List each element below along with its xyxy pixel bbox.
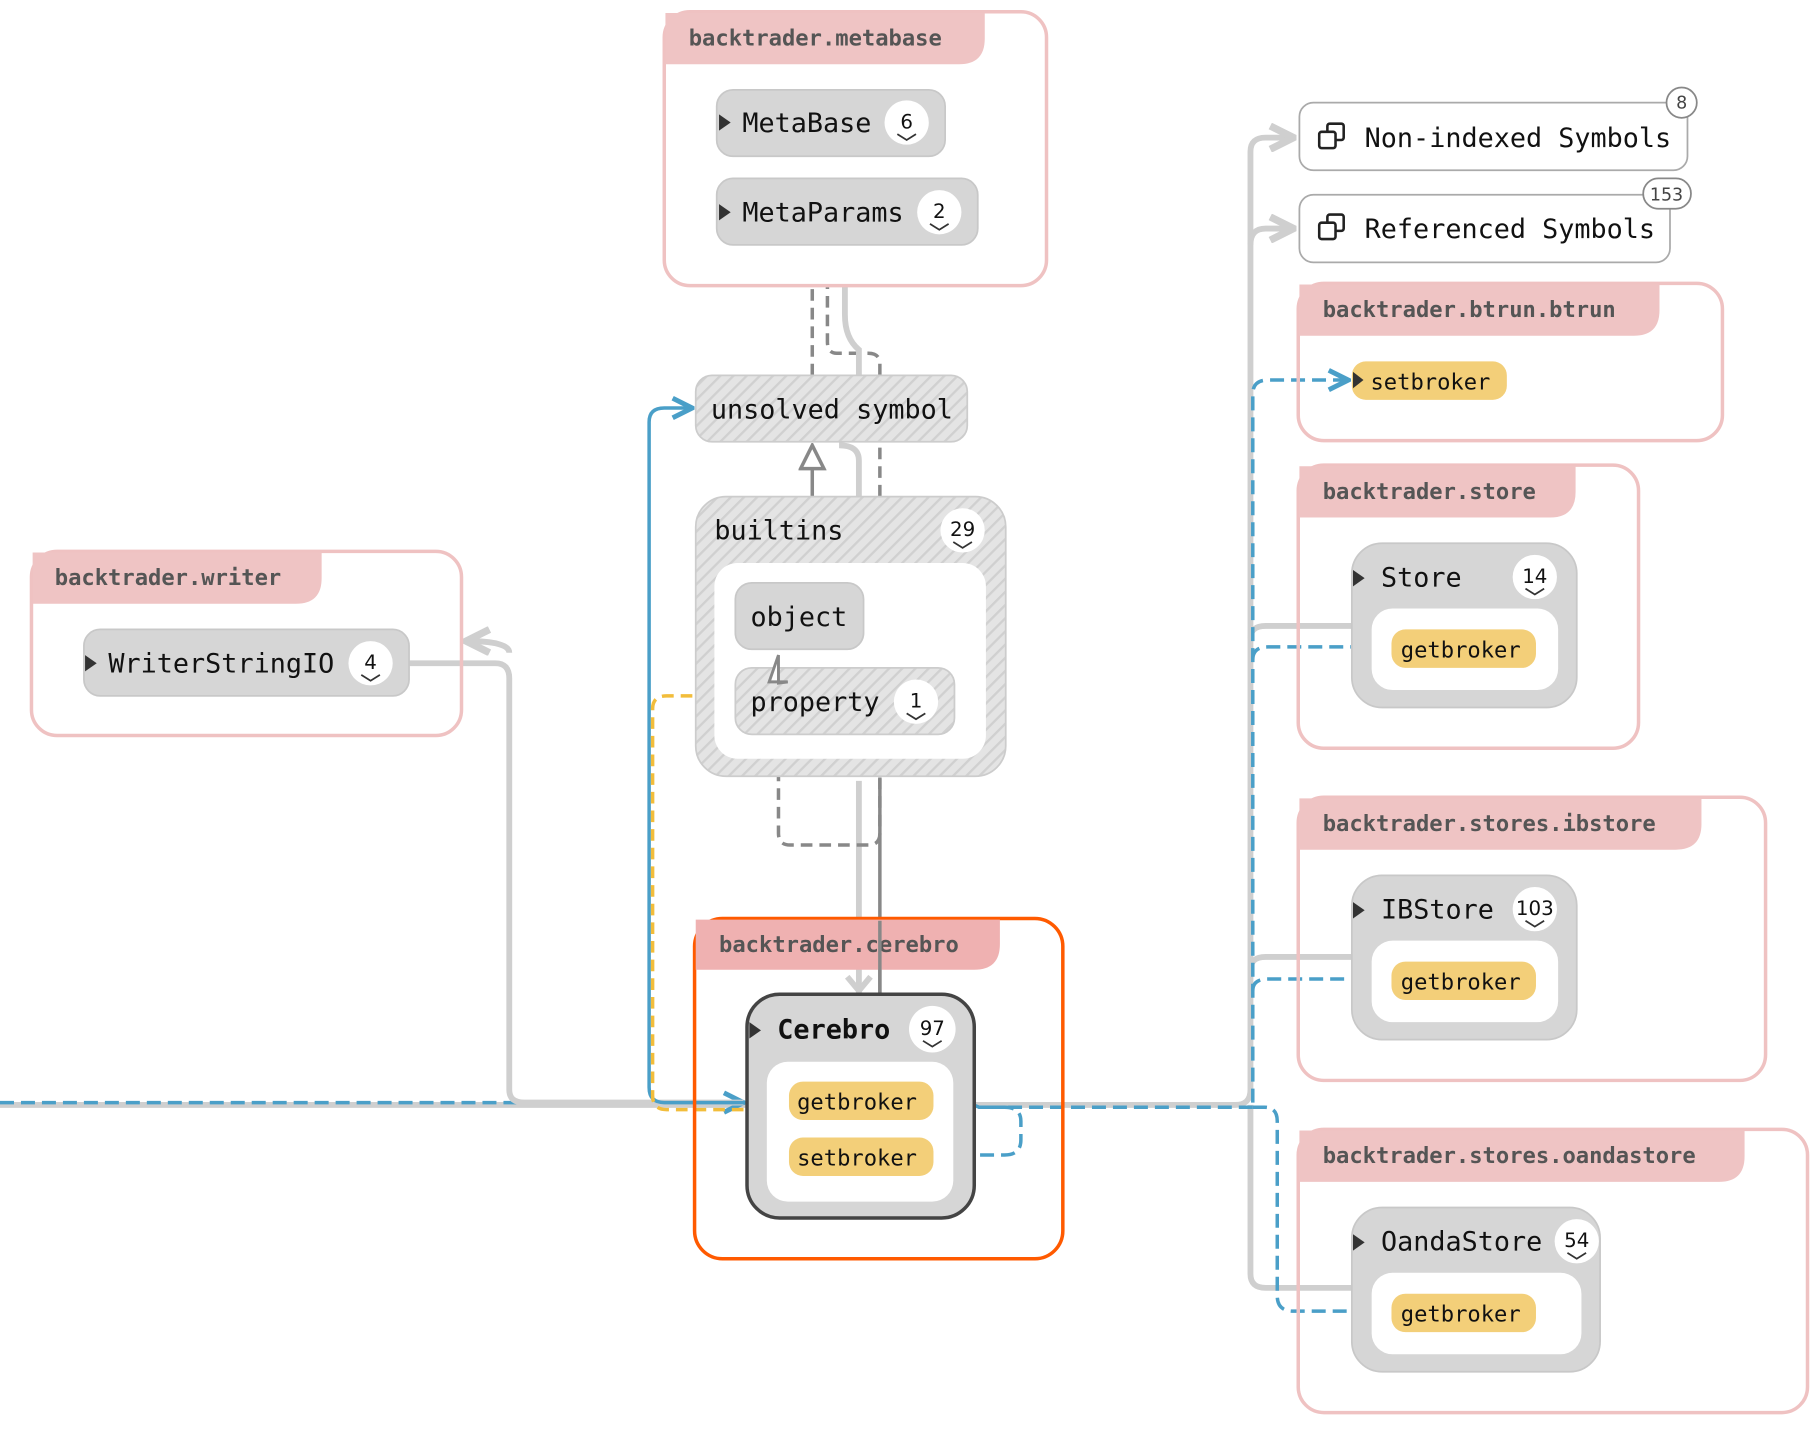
non-indexed-symbols-button[interactable]: Non-indexed Symbols 8 xyxy=(1298,86,1698,172)
group-backtrader-stores-ibstore[interactable]: backtrader.stores.ibstore IBStore 103 ge… xyxy=(1296,795,1768,1083)
member-getbroker[interactable]: getbroker xyxy=(1391,961,1536,1001)
group-backtrader-cerebro[interactable]: backtrader.cerebro Cerebro 97 getbroker … xyxy=(692,916,1065,1261)
count-badge-text: 6 xyxy=(900,110,913,133)
count-badge-text: 8 xyxy=(1676,94,1687,114)
count-badge-text: 14 xyxy=(1522,565,1547,588)
group-label: backtrader.stores.ibstore xyxy=(1323,811,1656,837)
node-property[interactable]: property 1 xyxy=(734,667,956,736)
node-ibstore[interactable]: IBStore 103 getbroker xyxy=(1350,874,1578,1041)
count-badge-text: 103 xyxy=(1516,897,1554,920)
member-label: getbroker xyxy=(797,1090,917,1116)
member-setbroker[interactable]: setbroker xyxy=(788,1137,934,1176)
group-label: backtrader.stores.oandastore xyxy=(1323,1143,1696,1169)
node-label: object xyxy=(751,602,848,633)
edge-writer-arrow xyxy=(466,641,513,653)
referenced-symbols-button[interactable]: Referenced Symbols 153 xyxy=(1298,177,1692,264)
node-object[interactable]: object xyxy=(734,581,865,651)
count-badge-text: 1 xyxy=(910,690,923,713)
node-label: WriterStringIO xyxy=(108,649,334,680)
group-label: backtrader.btrun.btrun xyxy=(1323,297,1616,323)
count-badge-text: 29 xyxy=(950,518,975,541)
member-label: getbroker xyxy=(1401,1302,1521,1328)
node-label: MetaParams xyxy=(742,198,903,229)
group-backtrader-writer[interactable]: backtrader.writer WriterStringIO 4 xyxy=(29,549,464,738)
count-badge-text: 2 xyxy=(933,200,946,223)
member-setbroker[interactable]: setbroker xyxy=(1351,361,1507,400)
edge-referenced xyxy=(1247,229,1293,246)
group-label: backtrader.cerebro xyxy=(719,932,959,958)
node-cerebro[interactable]: Cerebro 97 getbroker setbroker xyxy=(745,992,977,1220)
member-getbroker[interactable]: getbroker xyxy=(1391,1293,1536,1333)
group-backtrader-btrun-btrun[interactable]: backtrader.btrun.btrun setbroker xyxy=(1296,281,1725,443)
node-label: unsolved symbol xyxy=(711,395,953,426)
member-label: getbroker xyxy=(1401,970,1521,996)
node-label: builtins xyxy=(714,516,843,547)
summary-label: Non-indexed Symbols xyxy=(1365,123,1672,154)
group-builtins[interactable]: builtins 29 object property 1 xyxy=(694,495,1007,778)
group-label: backtrader.metabase xyxy=(689,26,942,52)
node-writerstringio[interactable]: WriterStringIO 4 xyxy=(83,628,410,697)
summary-label: Referenced Symbols xyxy=(1365,214,1655,245)
node-label: Store xyxy=(1381,562,1462,593)
node-label: MetaBase xyxy=(742,108,871,139)
count-badge-text: 54 xyxy=(1564,1229,1589,1252)
member-getbroker[interactable]: getbroker xyxy=(1391,629,1536,668)
member-getbroker[interactable]: getbroker xyxy=(788,1081,934,1121)
node-unsolved-symbol[interactable]: unsolved symbol xyxy=(694,374,969,443)
edge-builtins-unsolved-grey xyxy=(838,442,862,497)
group-backtrader-metabase[interactable]: backtrader.metabase MetaBase 6 MetaParam… xyxy=(662,10,1049,288)
member-label: getbroker xyxy=(1401,637,1521,663)
group-backtrader-store[interactable]: backtrader.store Store 14 getbroker xyxy=(1296,463,1641,751)
group-label: backtrader.store xyxy=(1323,479,1536,505)
node-label: OandaStore xyxy=(1381,1227,1542,1258)
member-label: setbroker xyxy=(1370,369,1490,395)
count-badge-text: 4 xyxy=(364,651,377,674)
member-label: setbroker xyxy=(797,1146,917,1172)
node-label: Cerebro xyxy=(777,1014,890,1045)
count-badge-text: 97 xyxy=(920,1017,945,1040)
node-label: property xyxy=(751,687,880,718)
node-label: IBStore xyxy=(1381,894,1494,925)
dependency-graph[interactable]: backtrader.metabase MetaBase 6 MetaParam… xyxy=(0,0,1818,1443)
node-metaparams[interactable]: MetaParams 2 xyxy=(715,177,979,246)
count-badge-text: 153 xyxy=(1650,186,1683,206)
group-label: backtrader.writer xyxy=(55,565,281,591)
node-metabase[interactable]: MetaBase 6 xyxy=(715,88,947,158)
node-store[interactable]: Store 14 getbroker xyxy=(1350,542,1578,709)
node-oandastore[interactable]: OandaStore 54 getbroker xyxy=(1350,1206,1601,1373)
group-backtrader-stores-oandastore[interactable]: backtrader.stores.oandastore OandaStore … xyxy=(1296,1127,1810,1415)
